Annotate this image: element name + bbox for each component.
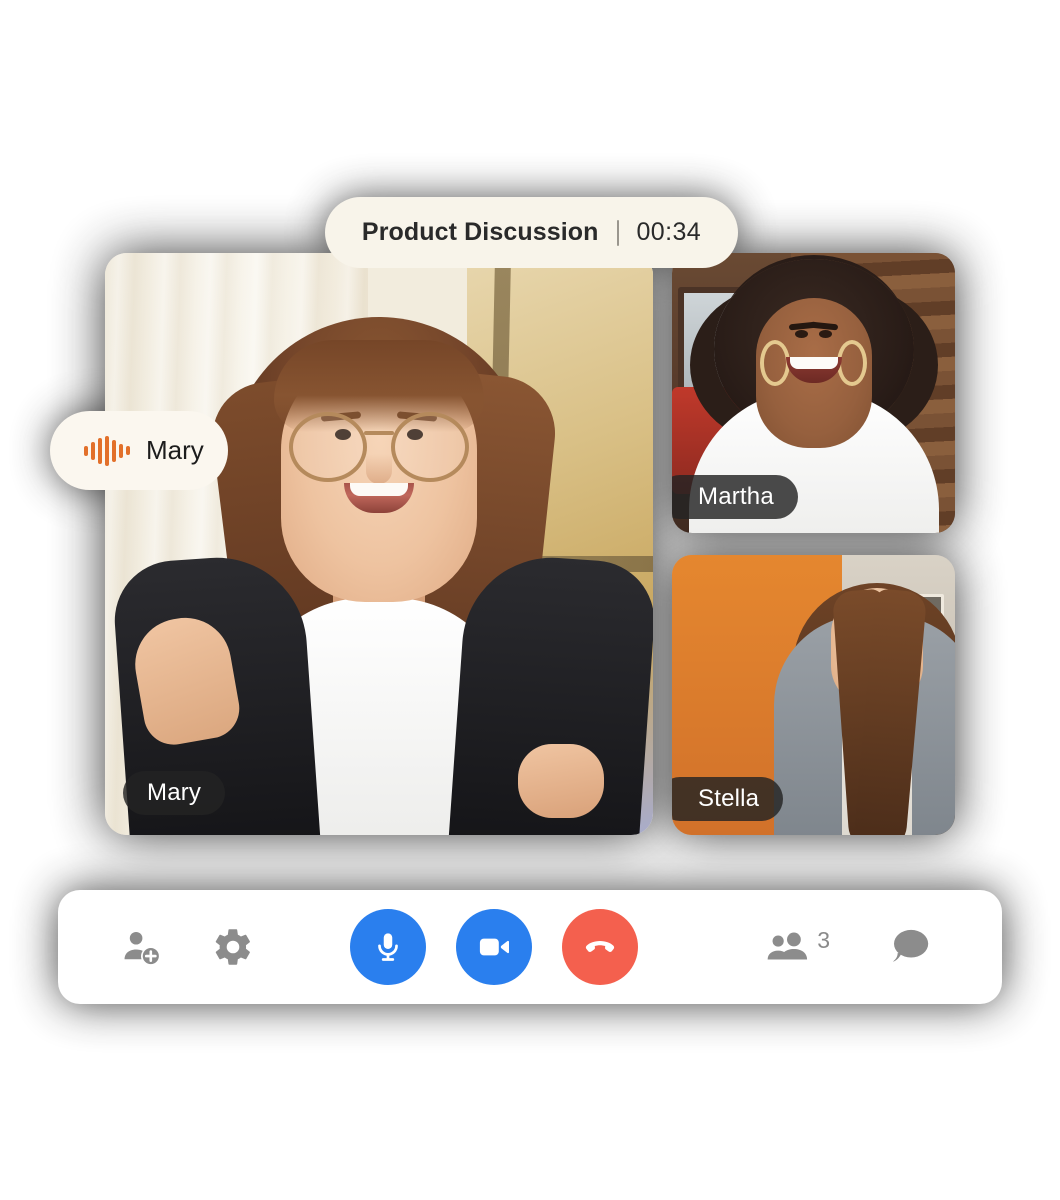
people-icon (767, 932, 808, 960)
chat-button[interactable] (888, 927, 932, 967)
person-figure (774, 577, 955, 835)
title-separator (616, 219, 619, 246)
person-teeth (350, 482, 408, 496)
microphone-button[interactable] (350, 909, 426, 985)
name-badge-stella: Stella (672, 777, 784, 821)
video-tile-martha[interactable]: Martha (672, 253, 955, 533)
meeting-timer: 00:34 (636, 218, 702, 246)
participant-count: 3 (817, 927, 830, 953)
call-toolbar: 3 (58, 890, 1002, 1004)
gear-icon (215, 929, 250, 965)
page-title: Product Discussion (361, 218, 599, 246)
video-camera-icon (479, 938, 509, 956)
participants-button[interactable]: 3 (765, 927, 830, 967)
video-call-app: Mary Martha Stella Product Discussion 00… (0, 0, 1060, 1200)
eyeglasses-lens-left (288, 412, 367, 483)
active-speaker-pill: Mary (50, 411, 228, 490)
person-eye-left (795, 330, 809, 338)
phone-hangup-icon (585, 940, 615, 952)
person-hand-lower (517, 743, 604, 818)
eyeglasses-bridge (364, 431, 394, 436)
name-badge-label: Stella (698, 785, 760, 812)
settings-button[interactable] (212, 926, 254, 968)
name-badge-label: Mary (147, 779, 202, 806)
name-badge-martha: Martha (672, 475, 798, 519)
earring-left (759, 339, 790, 386)
video-tile-stella[interactable]: Stella (672, 555, 955, 835)
active-speaker-name: Mary (146, 435, 204, 465)
person-eye-right (818, 330, 832, 338)
add-person-icon (124, 931, 159, 965)
audio-waveform-icon (84, 435, 130, 466)
video-feed-mary (105, 253, 653, 835)
add-participant-button[interactable] (120, 926, 162, 968)
chat-bubble-icon (892, 929, 929, 962)
name-badge-label: Martha (698, 483, 774, 510)
person-teeth (789, 356, 838, 369)
microphone-icon (378, 933, 398, 961)
person-nose (366, 453, 392, 484)
camera-button[interactable] (456, 909, 532, 985)
meeting-title-pill: Product Discussion 00:34 (325, 197, 738, 268)
earring-right (837, 339, 868, 386)
video-tile-mary[interactable]: Mary (105, 253, 653, 835)
end-call-button[interactable] (562, 909, 638, 985)
name-badge-mary: Mary (123, 771, 226, 815)
